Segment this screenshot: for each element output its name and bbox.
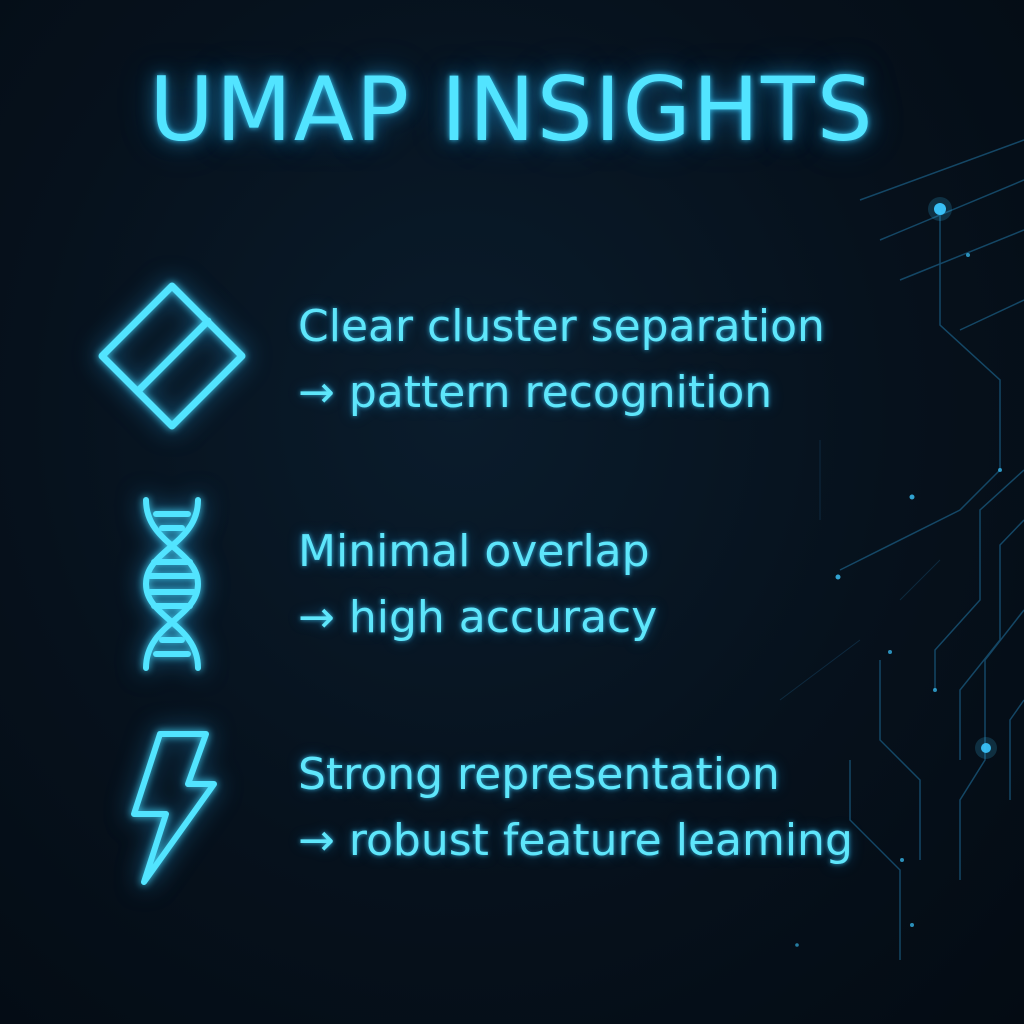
cluster-diamond-icon xyxy=(98,282,246,430)
lightning-bolt-icon xyxy=(131,731,217,885)
insight-outcome: → pattern recognition xyxy=(298,367,773,418)
insight-headline: Strong representation xyxy=(298,749,780,800)
page-title: UMAP INSIGHTS xyxy=(149,58,875,161)
insight-item-minimal-overlap: Minimal overlap → high accuracy xyxy=(298,519,657,651)
insight-item-cluster-separation: Clear cluster separation → pattern recog… xyxy=(298,294,825,426)
insight-outcome: → high accuracy xyxy=(298,592,658,643)
insight-headline: Clear cluster separation xyxy=(298,301,825,352)
insights-poster: UMAP INSIGHTS Clear cluster separation →… xyxy=(0,0,1024,1024)
insight-item-strong-representation: Strong representation → robust feature l… xyxy=(298,742,853,874)
dna-helix-icon xyxy=(142,497,202,671)
insight-outcome: → robust feature leaming xyxy=(298,815,853,866)
insight-headline: Minimal overlap xyxy=(298,526,650,577)
